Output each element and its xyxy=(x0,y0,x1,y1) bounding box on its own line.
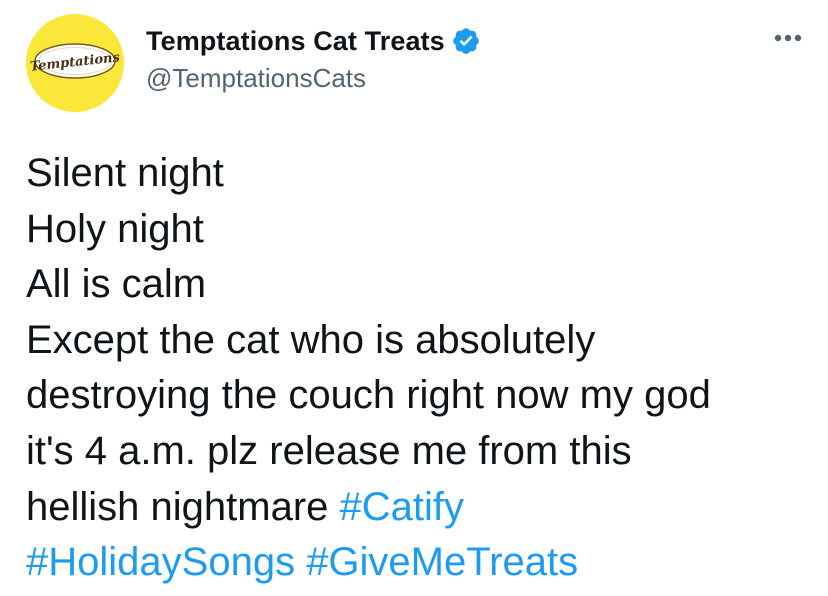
tweet-line: All is calm xyxy=(26,262,207,307)
more-options-button[interactable] xyxy=(766,20,810,56)
hashtag-link-givemetreats[interactable]: #GiveMeTreats xyxy=(306,540,578,584)
tweet-line-with-hashtag: hellish nightmare #Catify xyxy=(26,480,816,536)
avatar[interactable]: Temptations xyxy=(26,14,124,112)
hashtag-link-holidaysongs[interactable]: #HolidaySongs xyxy=(26,540,295,584)
tweet-line: Except the cat who is absolutely xyxy=(26,317,596,362)
temptations-logo-icon: Temptations xyxy=(26,14,124,112)
author-name-row[interactable]: Temptations Cat Treats xyxy=(146,24,481,58)
author-handle[interactable]: @TemptationsCats xyxy=(146,63,366,94)
tweet-line: Silent night xyxy=(26,151,224,195)
verified-badge-icon xyxy=(451,26,481,56)
hashtag-link-catify[interactable]: #Catify xyxy=(340,485,465,529)
display-name[interactable]: Temptations Cat Treats xyxy=(146,26,445,57)
tweet-line: it's 4 a.m. plz release me from this xyxy=(26,428,632,473)
tweet-text: Silent night Holy night All is calm Exce… xyxy=(26,146,816,591)
tweet-line: Holy night xyxy=(26,206,204,251)
more-horizontal-icon xyxy=(774,34,802,42)
tweet-hashtag-line: #HolidaySongs #GiveMeTreats xyxy=(26,535,816,591)
tweet-line-text: hellish nightmare xyxy=(26,484,340,529)
tweet-card: Temptations Temptations Cat Treats @Temp… xyxy=(0,0,828,596)
tweet-line: destroying the couch right now my god xyxy=(26,373,711,418)
